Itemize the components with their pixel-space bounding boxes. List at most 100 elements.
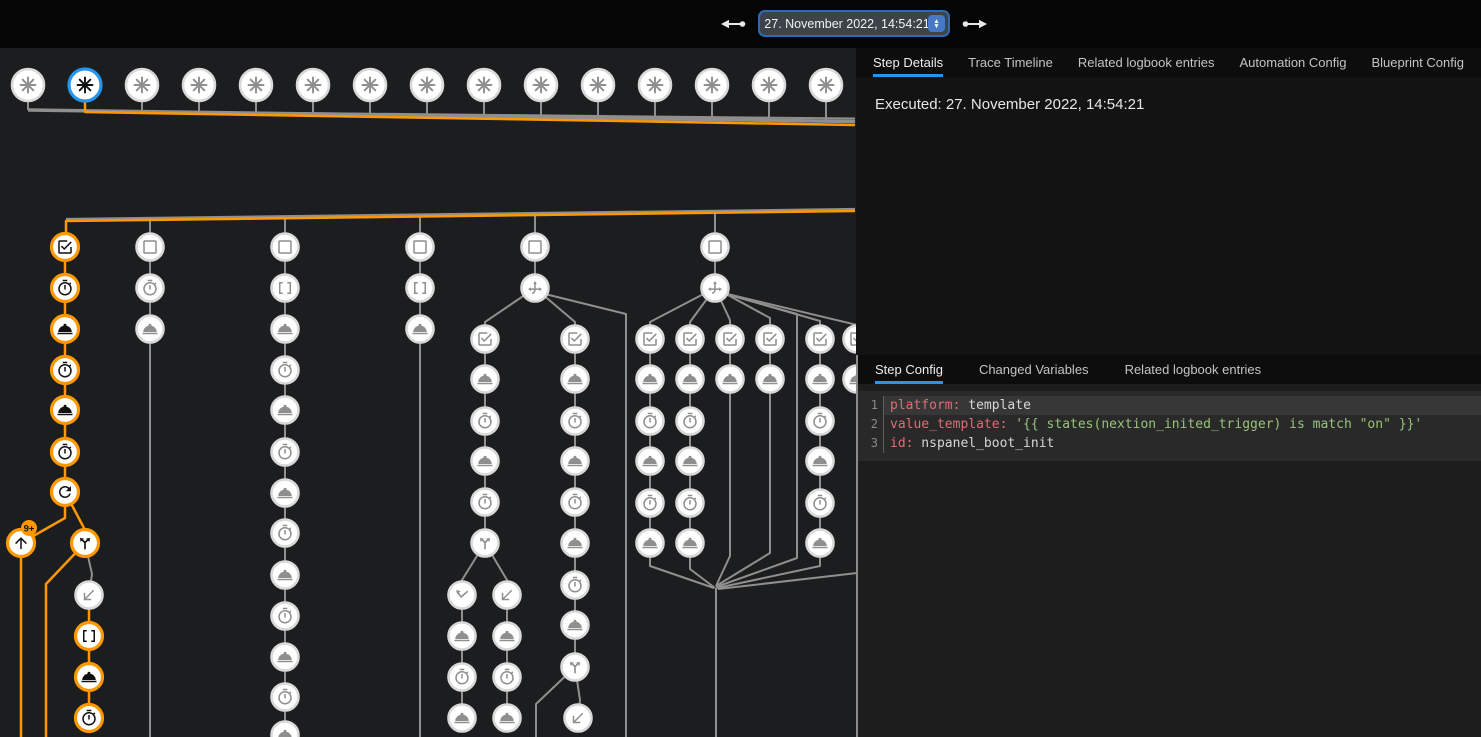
dome-node[interactable] xyxy=(272,316,299,343)
tab-related-logbook-entries[interactable]: Related logbook entries xyxy=(1078,48,1215,77)
dome-node[interactable] xyxy=(494,623,521,650)
dome-node[interactable] xyxy=(757,366,784,393)
arrowbl-node[interactable] xyxy=(76,582,103,609)
cbb-node[interactable] xyxy=(137,234,164,261)
dome-node[interactable] xyxy=(677,448,704,475)
timer-node[interactable] xyxy=(272,603,299,630)
decision-node[interactable] xyxy=(702,275,729,302)
dome-node[interactable] xyxy=(472,366,499,393)
dome-node[interactable] xyxy=(844,366,857,393)
timer-node[interactable] xyxy=(807,490,834,517)
timer-node[interactable] xyxy=(472,408,499,435)
cbb-node[interactable] xyxy=(702,234,729,261)
dome-node[interactable] xyxy=(562,612,589,639)
tab-trace-timeline[interactable]: Trace Timeline xyxy=(968,48,1053,77)
timer-node[interactable] xyxy=(677,490,704,517)
timer-node[interactable] xyxy=(272,357,299,384)
tab-automation-config[interactable]: Automation Config xyxy=(1240,48,1347,77)
dome-node[interactable] xyxy=(52,397,79,424)
decision-node[interactable] xyxy=(522,275,549,302)
previous-run-button[interactable] xyxy=(720,17,746,36)
cbm-node[interactable] xyxy=(472,326,499,353)
timer-node[interactable] xyxy=(562,408,589,435)
timer-node[interactable] xyxy=(449,664,476,691)
dome-node[interactable] xyxy=(637,448,664,475)
trace-graph-pane[interactable]: 9+ xyxy=(0,48,856,737)
dome-node[interactable] xyxy=(562,448,589,475)
dome-node[interactable] xyxy=(272,722,299,737)
dome-node[interactable] xyxy=(449,705,476,732)
timer-node[interactable] xyxy=(562,572,589,599)
dome-node[interactable] xyxy=(677,366,704,393)
dome-node[interactable] xyxy=(407,316,434,343)
refresh-node[interactable] xyxy=(52,479,79,506)
dome-node[interactable] xyxy=(272,397,299,424)
timer-node[interactable] xyxy=(272,439,299,466)
dome-node[interactable] xyxy=(76,664,103,691)
asterisk-node[interactable] xyxy=(639,69,671,101)
timer-node[interactable] xyxy=(494,664,521,691)
cbm-node[interactable] xyxy=(677,326,704,353)
timer-node[interactable] xyxy=(52,275,79,302)
cbb-node[interactable] xyxy=(272,234,299,261)
dome-node[interactable] xyxy=(637,366,664,393)
cbm-node[interactable] xyxy=(757,326,784,353)
timer-node[interactable] xyxy=(272,520,299,547)
cbm-node[interactable] xyxy=(717,326,744,353)
checkarrow-node[interactable] xyxy=(449,582,476,609)
dome-node[interactable] xyxy=(449,623,476,650)
trace-run-selector[interactable]: 27. November 2022, 14:54:21 ▲▼ xyxy=(758,10,950,37)
timer-node[interactable] xyxy=(677,408,704,435)
split-node[interactable] xyxy=(72,530,99,557)
cbm-node[interactable] xyxy=(807,326,834,353)
asterisk-node[interactable] xyxy=(525,69,557,101)
brackets-node[interactable] xyxy=(272,275,299,302)
timer-node[interactable] xyxy=(637,408,664,435)
timer-node[interactable] xyxy=(76,705,103,732)
dome-node[interactable] xyxy=(137,316,164,343)
timer-node[interactable] xyxy=(807,408,834,435)
asterisk-node[interactable] xyxy=(354,69,386,101)
code-line[interactable]: 2value_template: '{{ states(nextion_init… xyxy=(858,415,1481,434)
asterisk-node[interactable] xyxy=(810,69,842,101)
brackets-node[interactable] xyxy=(407,275,434,302)
cbm-node[interactable] xyxy=(562,326,589,353)
tab-step-details[interactable]: Step Details xyxy=(873,48,943,77)
dome-node[interactable] xyxy=(494,705,521,732)
cbb-node[interactable] xyxy=(522,234,549,261)
dome-node[interactable] xyxy=(562,530,589,557)
cbm-node[interactable] xyxy=(844,326,857,353)
dome-node[interactable] xyxy=(272,562,299,589)
asterisk-node[interactable] xyxy=(696,69,728,101)
asterisk-node[interactable] xyxy=(582,69,614,101)
dome-node[interactable] xyxy=(807,448,834,475)
next-run-button[interactable] xyxy=(962,17,988,36)
asterisk-node[interactable] xyxy=(297,69,329,101)
timer-node[interactable] xyxy=(137,275,164,302)
asterisk-node[interactable] xyxy=(753,69,785,101)
asterisk-node[interactable] xyxy=(240,69,272,101)
timer-node[interactable] xyxy=(472,489,499,516)
dome-node[interactable] xyxy=(807,530,834,557)
arrowbl-node[interactable] xyxy=(565,705,592,732)
dome-node[interactable] xyxy=(637,530,664,557)
cbb-node[interactable] xyxy=(407,234,434,261)
yaml-code-editor[interactable]: 1platform: template2value_template: '{{ … xyxy=(858,391,1481,461)
tab-related-logbook-entries[interactable]: Related logbook entries xyxy=(1125,355,1262,384)
tab-changed-variables[interactable]: Changed Variables xyxy=(979,355,1089,384)
timer-node[interactable] xyxy=(52,357,79,384)
asterisk-node[interactable] xyxy=(468,69,500,101)
code-line[interactable]: 1platform: template xyxy=(858,396,1481,415)
asterisk-node[interactable] xyxy=(183,69,215,101)
brackets-node[interactable] xyxy=(76,623,103,650)
cbm-node[interactable] xyxy=(52,234,79,261)
asterisk-node[interactable] xyxy=(126,69,158,101)
asterisk-node[interactable] xyxy=(411,69,443,101)
timer-node[interactable] xyxy=(637,490,664,517)
dome-node[interactable] xyxy=(807,366,834,393)
cbm-node[interactable] xyxy=(637,326,664,353)
timer-node[interactable] xyxy=(272,684,299,711)
arrowbl-node[interactable] xyxy=(494,582,521,609)
dome-node[interactable] xyxy=(52,316,79,343)
dome-node[interactable] xyxy=(677,530,704,557)
